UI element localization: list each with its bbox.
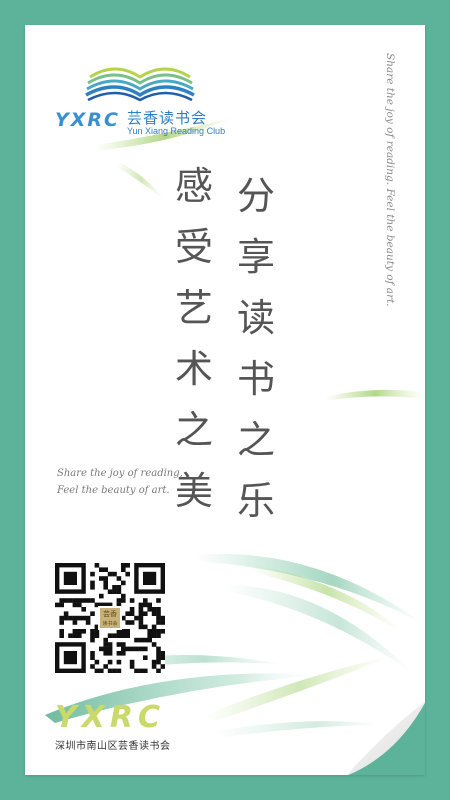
page-curl	[346, 701, 425, 775]
club-name-cn: 芸香读书会	[127, 109, 208, 127]
slogan-char: 受	[175, 225, 214, 269]
slogan-char: 书	[237, 357, 276, 401]
slogan-column-right: 分 享 读 书 之 乐	[237, 177, 275, 543]
club-name-en: Yun Xiang Reading Club	[127, 126, 226, 136]
slogan-char: 之	[237, 418, 276, 462]
slogan-char: 乐	[237, 479, 276, 523]
poster-card: YXRC 芸香读书会 Yun Xiang Reading Club Share …	[25, 25, 425, 775]
footer-logo: YXRC 深圳市南山区芸香读书会	[55, 700, 171, 752]
slogan-char: 术	[175, 347, 214, 391]
open-book-icon	[85, 67, 195, 102]
slogan-char: 之	[175, 408, 214, 452]
brand-logo: YXRC 芸香读书会 Yun Xiang Reading Club	[55, 47, 235, 137]
slogan-char: 艺	[175, 286, 214, 330]
logo-mark: YXRC	[55, 109, 120, 131]
qr-code[interactable]: 芸香 读书会	[55, 563, 166, 674]
footer-mark: YXRC	[55, 700, 165, 735]
qr-badge-line: 读书会	[102, 621, 118, 627]
qr-badge-line: 芸香	[103, 610, 117, 618]
quote-line: Share the joy of reading,	[57, 468, 183, 479]
vertical-slogan: Share the joy of reading. Feel the beaut…	[384, 53, 396, 307]
qr-center-badge: 芸香 读书会	[98, 606, 122, 630]
slogan-char: 感	[175, 164, 214, 208]
slogan-char: 读	[237, 296, 276, 340]
footer-org-name: 深圳市南山区芸香读书会	[55, 741, 171, 752]
slogan-char: 分	[237, 174, 276, 218]
slogan-char: 享	[237, 235, 276, 279]
quote-line: Feel the beauty of art.	[57, 485, 170, 496]
quote-text: Share the joy of reading, Feel the beaut…	[57, 465, 207, 499]
